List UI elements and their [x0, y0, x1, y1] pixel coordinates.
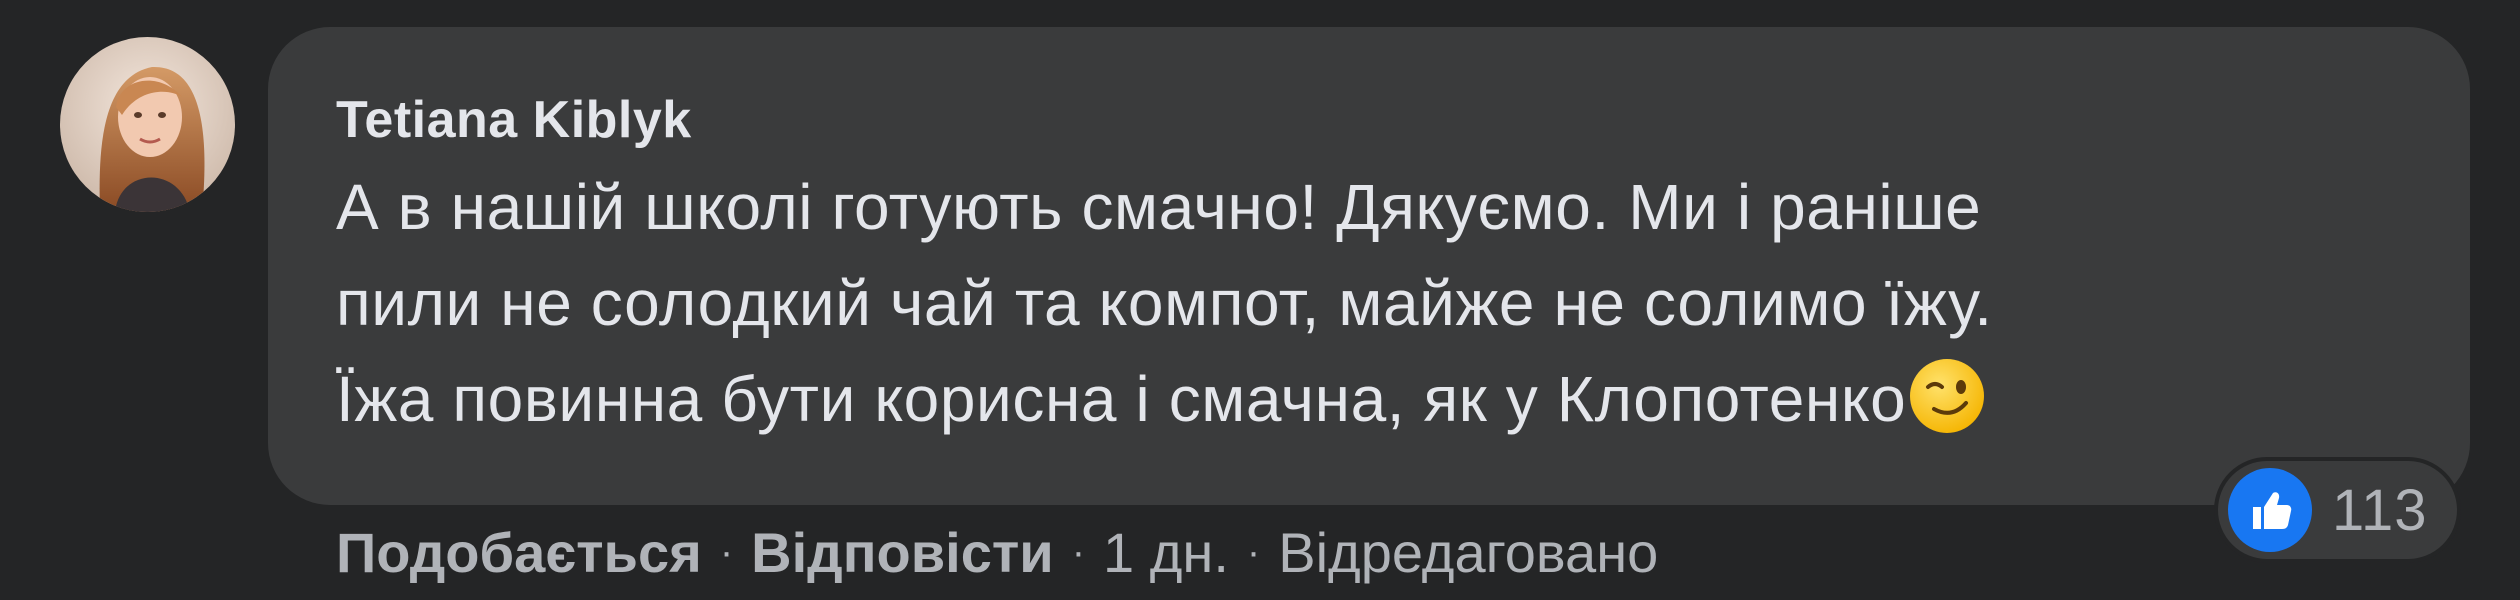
comment-actions: Подобається · Відповісти · 1 дн. · Відре…: [336, 512, 1658, 592]
avatar[interactable]: [60, 37, 235, 212]
comment-bubble: Tetiana Kiblyk А в нашій школі готують с…: [268, 27, 2470, 505]
reaction-summary[interactable]: 113: [2214, 457, 2461, 563]
like-thumb-icon: [2228, 468, 2312, 552]
edited-label[interactable]: Відредаговано: [1278, 520, 1658, 585]
comment-body: А в нашій школі готують смачно! Дякуємо.…: [336, 171, 1993, 435]
reply-button[interactable]: Відповісти: [751, 520, 1054, 585]
reaction-count: 113: [2332, 477, 2428, 543]
comment-timestamp[interactable]: 1 дн.: [1103, 520, 1229, 585]
separator-dot: ·: [1071, 529, 1086, 574]
comment-text: А в нашій школі готують смачно! Дякуємо.…: [336, 159, 2416, 461]
separator-dot: ·: [1246, 529, 1261, 574]
comment-author[interactable]: Tetiana Kiblyk: [336, 89, 2400, 151]
separator-dot: ·: [719, 529, 734, 574]
like-button[interactable]: Подобається: [336, 520, 702, 585]
winking-face-icon: [1908, 357, 1986, 461]
